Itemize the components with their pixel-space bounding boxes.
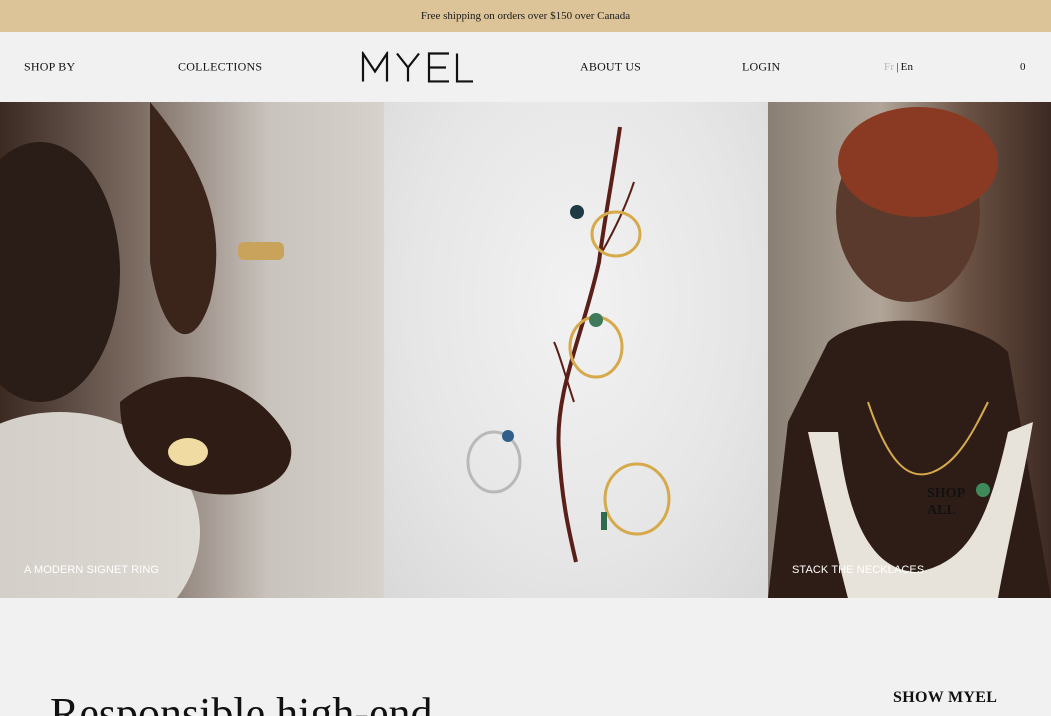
nav-shop-by[interactable]: SHOP BY bbox=[24, 60, 75, 75]
show-myel-link[interactable]: SHOW MYEL bbox=[893, 689, 997, 707]
section-headline: Responsible high-end bbox=[50, 689, 433, 716]
shop-all-link[interactable]: SHOP ALL bbox=[927, 485, 977, 519]
nav-collections[interactable]: COLLECTIONS bbox=[178, 60, 262, 75]
rings-on-branch-photo bbox=[466, 126, 671, 563]
language-switcher: Fr | En bbox=[884, 61, 913, 73]
intro-section: Responsible high-end SHOW MYEL bbox=[0, 598, 1051, 716]
hero-panel-signet-ring[interactable]: A MODERN SIGNET RING bbox=[0, 102, 384, 598]
lang-separator: | bbox=[896, 61, 899, 73]
cart-count[interactable]: 0 bbox=[1020, 61, 1026, 73]
lang-en-link[interactable]: En bbox=[901, 61, 914, 73]
signet-ring-photo bbox=[0, 102, 292, 598]
hero-panel-necklaces[interactable]: STACK THE NECKLACES bbox=[768, 102, 1051, 598]
announcement-text: Free shipping on orders over $150 over C… bbox=[420, 10, 631, 22]
brand-logo[interactable] bbox=[361, 49, 474, 83]
nav-about-us[interactable]: ABOUT US bbox=[580, 60, 641, 75]
main-navigation: SHOP BY COLLECTIONS ABOUT US LOGIN Fr | En… bbox=[0, 32, 1051, 102]
hero-panel-rings-branch[interactable] bbox=[384, 102, 768, 598]
lang-fr-link[interactable]: Fr bbox=[884, 61, 894, 73]
necklaces-photo bbox=[768, 107, 1051, 598]
signet-ring-caption[interactable]: A MODERN SIGNET RING bbox=[24, 564, 159, 576]
hero-gallery: A MODERN SIGNET RING STACK THE NECKLACES bbox=[0, 102, 1051, 598]
myel-logo-mark bbox=[361, 49, 473, 83]
announcement-bar: Free shipping on orders over $150 over C… bbox=[0, 0, 1051, 32]
necklaces-caption[interactable]: STACK THE NECKLACES bbox=[792, 564, 924, 576]
nav-login[interactable]: LOGIN bbox=[742, 60, 780, 75]
